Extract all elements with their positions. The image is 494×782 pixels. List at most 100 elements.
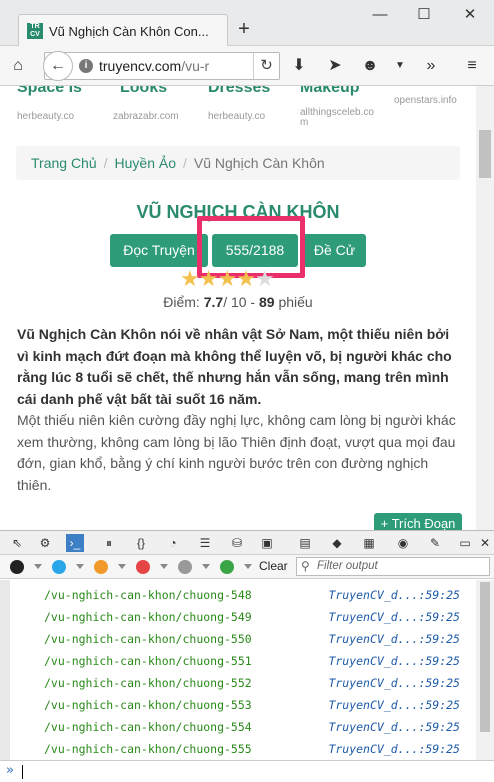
menu-dropdown-icon[interactable]: ▼ xyxy=(390,56,410,76)
url-text[interactable]: truyencv.com/vu-r xyxy=(99,58,209,74)
browser-tab[interactable]: TR CV Vũ Nghịch Càn Khôn Con... xyxy=(18,14,228,47)
page-scrollbar[interactable] xyxy=(476,86,494,530)
rating-stars[interactable]: ★★★★★ xyxy=(180,266,275,291)
console-filter-bar: Clear ⚲ Filter output xyxy=(0,555,494,579)
chevron-down-icon[interactable] xyxy=(160,564,168,569)
read-button[interactable]: Đọc Truyện xyxy=(110,234,208,267)
description-summary: Vũ Nghịch Càn Khôn nói về nhân vật Sở Na… xyxy=(17,326,452,407)
console-scrollbar[interactable] xyxy=(476,580,494,760)
text-caret xyxy=(22,765,23,779)
overflow-chevron-icon[interactable]: » xyxy=(421,56,441,76)
tab-title: Vũ Nghịch Càn Khôn Con... xyxy=(49,24,209,39)
favicon-icon: TR CV xyxy=(27,23,43,39)
log-source-link[interactable]: TruyenCV_d...:59:25 xyxy=(328,650,460,672)
screenshot-icon[interactable]: ◉ xyxy=(394,534,412,552)
chevron-down-icon[interactable] xyxy=(76,564,84,569)
filter-net-button[interactable] xyxy=(10,560,24,574)
storage-icon[interactable]: ⛁ xyxy=(228,534,246,552)
3d-view-icon[interactable]: ◆ xyxy=(328,534,346,552)
log-source-link[interactable]: TruyenCV_d...:59:25 xyxy=(328,694,460,716)
ad-item[interactable]: Looks zabrazabr.com xyxy=(113,86,208,122)
inspect-pointer-icon[interactable]: ⇖ xyxy=(8,534,26,552)
title-bar: TR CV Vũ Nghịch Càn Khôn Con... + — ☐ ✕ xyxy=(0,0,494,47)
download-icon[interactable]: ⬇ xyxy=(289,56,309,76)
excerpt-button[interactable]: + Trích Đoạn xyxy=(374,513,462,530)
chevron-down-icon[interactable] xyxy=(118,564,126,569)
reload-icon[interactable]: ↻ xyxy=(253,53,279,79)
log-source-link[interactable]: TruyenCV_d...:59:25 xyxy=(328,628,460,650)
url-bar[interactable]: ← i truyencv.com/vu-r ↻ xyxy=(43,51,280,81)
console-scroll-thumb[interactable] xyxy=(480,582,490,732)
devtools-toolbar: ⇖ ⚙ ›_ ⏸ {} ◔ ☰ ⛁ ▣ ▤ ◆ ▦ ◉ ✎ ▭ ✕ xyxy=(0,530,494,555)
clear-button[interactable]: Clear xyxy=(259,559,288,573)
star-icon[interactable]: ★ xyxy=(236,266,256,291)
log-source-link[interactable]: TruyenCV_d...:59:25 xyxy=(328,738,460,760)
ad-item[interactable]: Space Is herbeauty.co xyxy=(17,86,112,122)
eyedropper-icon[interactable]: ✎ xyxy=(426,534,444,552)
prompt-icon: » xyxy=(6,763,14,778)
story-description: Vũ Nghịch Càn Khôn nói về nhân vật Sở Na… xyxy=(17,324,463,496)
filter-logging-button[interactable] xyxy=(178,560,192,574)
performance-icon[interactable]: ◔ xyxy=(164,534,182,552)
star-empty-icon[interactable]: ★ xyxy=(255,266,275,291)
log-source-link[interactable]: TruyenCV_d...:59:25 xyxy=(328,716,460,738)
chevron-down-icon[interactable] xyxy=(34,564,42,569)
network-icon[interactable]: ☰ xyxy=(196,534,214,552)
search-icon: ⚲ xyxy=(301,559,310,573)
breadcrumb-category[interactable]: Huyền Ảo xyxy=(115,155,176,171)
close-devtools-icon[interactable]: ✕ xyxy=(476,534,494,552)
console-icon[interactable]: ›_ xyxy=(66,534,84,552)
description-text: Một thiếu niên kiên cường đầy nghị lực, … xyxy=(17,412,456,493)
debugger-icon[interactable]: ⏸ xyxy=(100,534,118,552)
responsive-icon[interactable]: ▣ xyxy=(258,534,276,552)
log-row: /vu-nghich-can-khon/chuong-555 TruyenCV_d… xyxy=(10,738,478,760)
filter-server-button[interactable] xyxy=(220,560,234,574)
filter-js-button[interactable] xyxy=(94,560,108,574)
page-scroll-thumb[interactable] xyxy=(479,130,491,178)
new-tab-button[interactable]: + xyxy=(234,19,254,40)
home-icon[interactable]: ⌂ xyxy=(8,56,28,76)
log-row: /vu-nghich-can-khon/chuong-550 TruyenCV_d… xyxy=(10,628,478,650)
breadcrumb-home[interactable]: Trang Chủ xyxy=(31,155,97,171)
log-source-link[interactable]: TruyenCV_d...:59:25 xyxy=(328,584,460,606)
send-icon[interactable]: ➤ xyxy=(325,56,345,76)
chevron-down-icon[interactable] xyxy=(202,564,210,569)
filter-output-input[interactable]: ⚲ Filter output xyxy=(296,557,490,576)
log-row: /vu-nghich-can-khon/chuong-549 TruyenCV_d… xyxy=(10,606,478,628)
ad-item[interactable]: Dresses herbeauty.co xyxy=(208,86,303,122)
ad-item[interactable]: Makeup allthingsceleb.co m xyxy=(300,86,380,128)
site-info-icon[interactable]: i xyxy=(79,59,93,73)
log-row: /vu-nghich-can-khon/chuong-548 TruyenCV_d… xyxy=(10,584,478,606)
chevron-down-icon[interactable] xyxy=(244,564,252,569)
maximize-button[interactable]: ☐ xyxy=(414,6,434,26)
filter-security-button[interactable] xyxy=(136,560,150,574)
breadcrumb: Trang Chủ / Huyền Ảo / Vũ Nghịch Càn Khôn xyxy=(16,146,460,180)
plus-icon: + xyxy=(380,516,389,530)
extension-face-icon[interactable]: ☻ xyxy=(360,56,380,76)
minimize-button[interactable]: — xyxy=(370,6,390,26)
recommend-button[interactable]: Đề Cử xyxy=(303,234,366,267)
braces-icon[interactable]: {} xyxy=(132,534,150,552)
breadcrumb-current: Vũ Nghịch Càn Khôn xyxy=(193,155,325,171)
log-source-link[interactable]: TruyenCV_d...:59:25 xyxy=(328,606,460,628)
star-icon[interactable]: ★ xyxy=(217,266,237,291)
filter-placeholder: Filter output xyxy=(317,560,378,572)
navigation-toolbar: ⌂ ← i truyencv.com/vu-r ↻ ⬇ ➤ ☻ ▼ » ≡ xyxy=(0,46,494,86)
console-output: /vu-nghich-can-khon/chuong-548 TruyenCV_d… xyxy=(0,580,494,760)
console-input[interactable]: » xyxy=(0,760,494,782)
ad-item[interactable]: openstars.info xyxy=(394,86,476,106)
log-row: /vu-nghich-can-khon/chuong-553 TruyenCV_d… xyxy=(10,694,478,716)
log-row: /vu-nghich-can-khon/chuong-551 TruyenCV_d… xyxy=(10,650,478,672)
star-icon[interactable]: ★ xyxy=(180,266,200,291)
hamburger-menu-icon[interactable]: ≡ xyxy=(462,56,482,76)
paint-flashing-icon[interactable]: ▦ xyxy=(360,534,378,552)
log-row: /vu-nghich-can-khon/chuong-554 TruyenCV_d… xyxy=(10,716,478,738)
dock-icon[interactable]: ▭ xyxy=(456,534,474,552)
close-window-button[interactable]: ✕ xyxy=(460,6,480,26)
log-source-link[interactable]: TruyenCV_d...:59:25 xyxy=(328,672,460,694)
gear-icon[interactable]: ⚙ xyxy=(36,534,54,552)
scratchpad-icon[interactable]: ▤ xyxy=(296,534,314,552)
filter-css-button[interactable] xyxy=(52,560,66,574)
back-arrow-icon[interactable]: ← xyxy=(43,51,73,81)
star-icon[interactable]: ★ xyxy=(199,266,219,291)
